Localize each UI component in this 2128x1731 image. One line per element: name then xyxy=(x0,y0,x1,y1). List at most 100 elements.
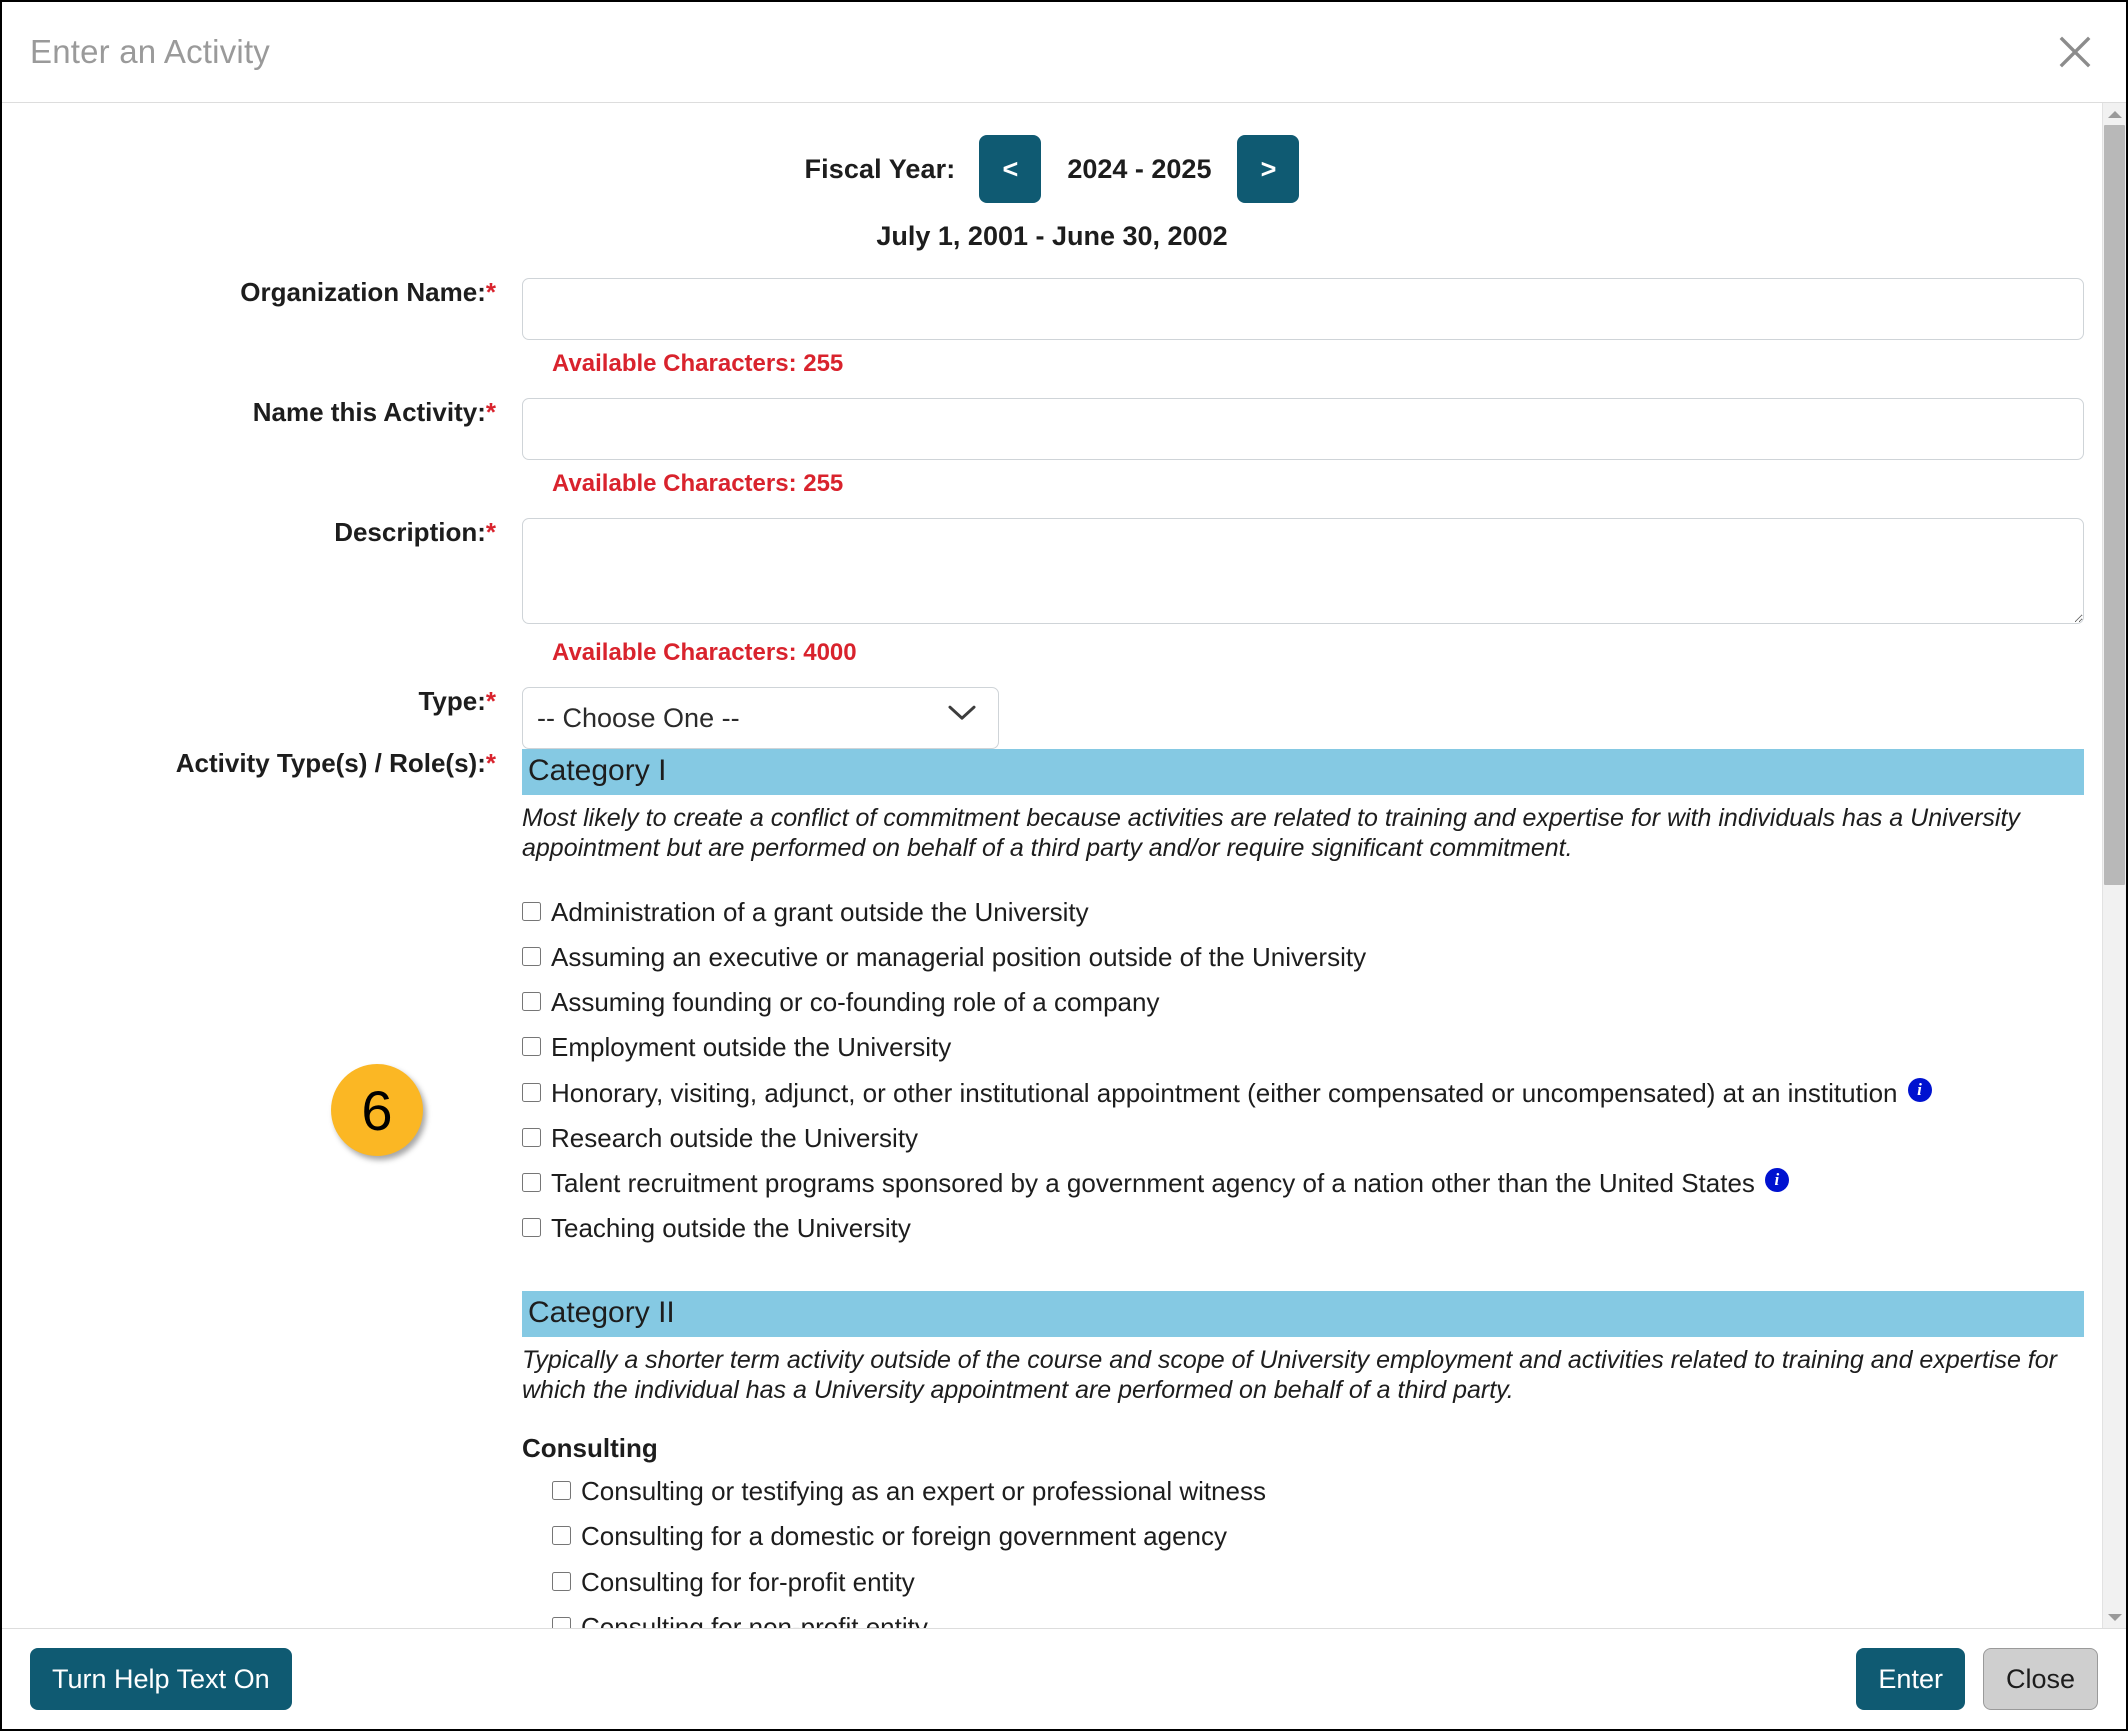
description-control: Available Characters: 4000 xyxy=(522,518,2094,687)
scroll-up-arrow-icon[interactable] xyxy=(2103,103,2126,125)
description-label-text: Description: xyxy=(334,517,486,547)
info-icon[interactable]: i xyxy=(1764,1167,1789,1192)
category-section: Category I Most likely to create a confl… xyxy=(522,749,2084,1243)
checkbox-item[interactable]: Teaching outside the University xyxy=(522,1213,2084,1243)
organization-name-label: Organization Name:* xyxy=(2,277,522,308)
dialog-footer: Turn Help Text On Enter Close 7 xyxy=(2,1628,2126,1729)
category-section: Category II Typically a shorter term act… xyxy=(522,1291,2084,1628)
type-row: Type:* -- Choose One -- xyxy=(2,686,2094,749)
checkbox-item[interactable]: Consulting for non-profit entity xyxy=(552,1612,2084,1628)
checkbox-item[interactable]: Consulting or testifying as an expert or… xyxy=(552,1476,2084,1506)
organization-name-row: Organization Name:* Available Characters… xyxy=(2,277,2094,398)
checkbox-item[interactable]: Assuming founding or co-founding role of… xyxy=(522,987,2084,1017)
footer-actions: Enter Close xyxy=(1856,1648,2098,1710)
checkbox-item[interactable]: Consulting for for-profit entity xyxy=(552,1567,2084,1597)
activity-type-checkbox[interactable] xyxy=(552,1616,571,1628)
description-available-characters: Available Characters: 4000 xyxy=(552,639,857,666)
activity-type-checkbox[interactable] xyxy=(552,1571,571,1591)
checkbox-label: Teaching outside the University xyxy=(551,1213,911,1244)
activity-type-checkbox[interactable] xyxy=(522,947,541,967)
scroll-down-arrow-icon[interactable] xyxy=(2103,1606,2126,1628)
activity-type-checkbox[interactable] xyxy=(522,1127,541,1147)
category-heading: Category II xyxy=(522,1291,2084,1338)
checkbox-item[interactable]: Assuming an executive or managerial posi… xyxy=(522,942,2084,972)
annotation-badge-6: 6 xyxy=(331,1064,423,1156)
checkbox-label: Consulting or testifying as an expert or… xyxy=(581,1476,1267,1507)
activity-type-checkbox[interactable] xyxy=(522,1218,541,1238)
info-icon[interactable]: i xyxy=(1907,1077,1932,1102)
checkbox-label: Assuming founding or co-founding role of… xyxy=(551,987,1160,1018)
checkbox-label: Consulting for a domestic or foreign gov… xyxy=(581,1521,1228,1552)
turn-help-text-on-button[interactable]: Turn Help Text On xyxy=(30,1648,292,1710)
fiscal-year-label: Fiscal Year: xyxy=(804,153,956,184)
activity-type-checkbox[interactable] xyxy=(552,1481,571,1501)
checkbox-label: Administration of a grant outside the Un… xyxy=(551,897,1089,927)
activity-name-row: Name this Activity:* Available Character… xyxy=(2,397,2094,518)
category-checkbox-list: Consulting or testifying as an expert or… xyxy=(552,1476,2084,1628)
page-title: Enter an Activity xyxy=(30,33,271,70)
activity-type-checkbox[interactable] xyxy=(522,902,541,921)
fiscal-year-selector: Fiscal Year: < 2024 - 2025 > xyxy=(805,135,1300,203)
checkbox-item[interactable]: Consulting for a domestic or foreign gov… xyxy=(552,1521,2084,1551)
organization-name-input[interactable] xyxy=(522,278,2084,340)
required-marker: * xyxy=(485,397,496,427)
activity-type-checkbox[interactable] xyxy=(522,1082,541,1102)
checkbox-label: Consulting for for-profit entity xyxy=(581,1566,915,1597)
category-description: Most likely to create a conflict of comm… xyxy=(522,804,2020,862)
category-checkbox-list: Administration of a grant outside the Un… xyxy=(522,897,2084,1243)
vertical-scrollbar[interactable] xyxy=(2102,103,2126,1628)
fiscal-year-next-button[interactable]: > xyxy=(1237,135,1300,203)
fiscal-year-date-range: July 1, 2001 - June 30, 2002 xyxy=(876,221,1228,251)
required-marker: * xyxy=(485,277,496,307)
activity-types-row: Activity Type(s) / Role(s):* Category I … xyxy=(2,748,2094,1628)
checkbox-item[interactable]: Research outside the University xyxy=(522,1123,2084,1153)
activity-type-checkbox[interactable] xyxy=(522,992,541,1012)
close-button[interactable]: Close xyxy=(1982,1648,2098,1710)
checkbox-group-title: Consulting xyxy=(522,1433,658,1464)
activity-types-label: Activity Type(s) / Role(s):* xyxy=(2,748,522,779)
type-select[interactable]: -- Choose One -- xyxy=(522,687,999,749)
organization-name-control: Available Characters: 255 xyxy=(522,278,2094,398)
type-control: -- Choose One -- xyxy=(522,687,2094,749)
activity-type-checkbox[interactable] xyxy=(522,1172,541,1192)
category-heading: Category I xyxy=(522,749,2084,795)
description-row: Description:* Available Characters: 4000 xyxy=(2,517,2094,687)
enter-button[interactable]: Enter xyxy=(1856,1648,1965,1710)
organization-name-available-characters: Available Characters: 255 xyxy=(552,350,844,377)
category-description: Typically a shorter term activity outsid… xyxy=(522,1346,2057,1405)
checkbox-label: Talent recruitment programs sponsored by… xyxy=(551,1167,1755,1198)
description-textarea[interactable] xyxy=(522,518,2084,624)
close-icon[interactable] xyxy=(2052,29,2098,75)
type-label-text: Type: xyxy=(418,686,486,716)
organization-name-label-text: Organization Name: xyxy=(240,277,486,307)
activity-type-checkbox[interactable] xyxy=(552,1526,571,1546)
fiscal-year-prev-button[interactable]: < xyxy=(979,135,1042,203)
checkbox-label: Employment outside the University xyxy=(551,1032,952,1063)
checkbox-label: Honorary, visiting, adjunct, or other in… xyxy=(551,1077,1898,1108)
checkbox-item[interactable]: Employment outside the University xyxy=(522,1032,2084,1062)
activity-name-input[interactable] xyxy=(522,398,2084,460)
required-marker: * xyxy=(485,748,496,778)
checkbox-label: Research outside the University xyxy=(551,1122,919,1153)
checkbox-item[interactable]: Talent recruitment programs sponsored by… xyxy=(522,1167,2084,1198)
required-marker: * xyxy=(485,686,496,716)
checkbox-label: Consulting for non-profit entity xyxy=(581,1611,928,1628)
activity-form: Organization Name:* Available Characters… xyxy=(2,277,2102,1628)
enter-activity-dialog: Enter an Activity Fiscal Year: < 2024 - … xyxy=(0,0,2128,1731)
activity-name-label-text: Name this Activity: xyxy=(252,397,486,427)
checkbox-item[interactable]: Honorary, visiting, adjunct, or other in… xyxy=(522,1077,2084,1108)
type-label: Type:* xyxy=(2,686,522,717)
fiscal-year-section: Fiscal Year: < 2024 - 2025 > July 1, 200… xyxy=(2,103,2102,252)
scroll-content: Fiscal Year: < 2024 - 2025 > July 1, 200… xyxy=(2,103,2102,1628)
checkbox-item[interactable]: Administration of a grant outside the Un… xyxy=(522,897,2084,927)
scrollbar-thumb[interactable] xyxy=(2104,125,2125,885)
activity-types-label-text: Activity Type(s) / Role(s): xyxy=(175,748,486,778)
activity-types-control: Category I Most likely to create a confl… xyxy=(522,749,2094,1628)
activity-name-label: Name this Activity:* xyxy=(2,397,522,428)
dialog-body: Fiscal Year: < 2024 - 2025 > July 1, 200… xyxy=(2,103,2126,1628)
description-label: Description:* xyxy=(2,517,522,548)
fiscal-year-value: 2024 - 2025 xyxy=(1067,153,1212,184)
activity-type-checkbox[interactable] xyxy=(522,1037,541,1057)
activity-name-available-characters: Available Characters: 255 xyxy=(552,470,844,497)
required-marker: * xyxy=(485,517,496,547)
